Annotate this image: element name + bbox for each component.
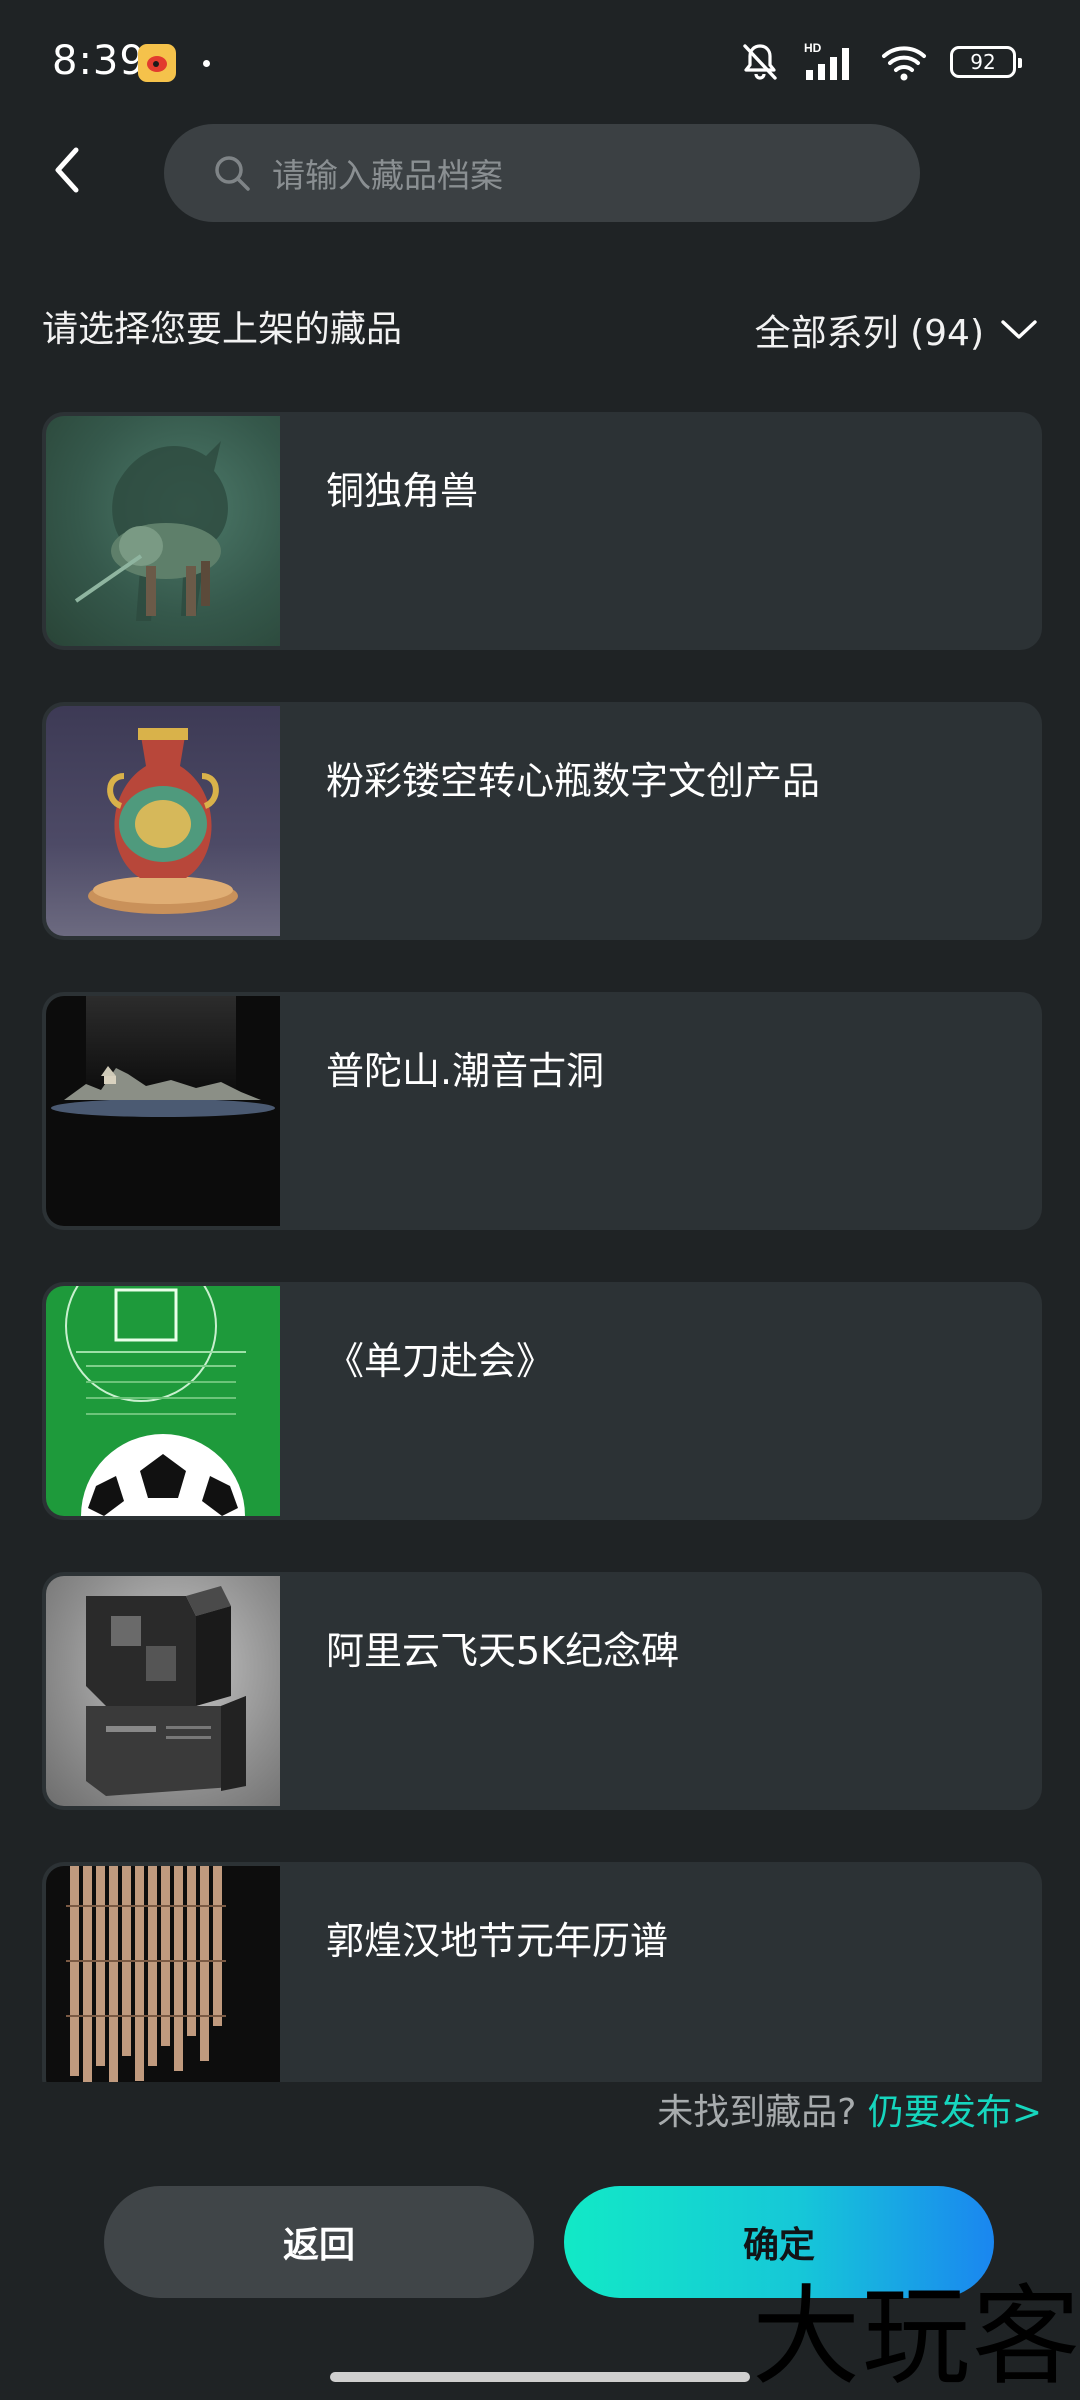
monument-thumbnail xyxy=(46,1576,280,1806)
search-input[interactable]: 请输入藏品档案 xyxy=(164,124,920,222)
collection-item[interactable]: 粉彩镂空转心瓶数字文创产品 xyxy=(42,702,1042,940)
back-button[interactable]: 返回 xyxy=(104,2186,534,2298)
not-found-row: 未找到藏品? 仍要发布> xyxy=(657,2088,1042,2138)
home-indicator[interactable] xyxy=(330,2372,750,2382)
mute-bell-icon xyxy=(743,44,777,80)
collection-item[interactable]: 《单刀赴会》 xyxy=(42,1282,1042,1520)
notification-dot-icon xyxy=(203,60,210,67)
page-title: 请选择您要上架的藏品 xyxy=(42,309,403,350)
status-bar: 8:39 HD 92 xyxy=(0,0,1080,120)
list-header: 请选择您要上架的藏品 全部系列 (94) xyxy=(42,302,1038,358)
battery-icon: 92 xyxy=(950,46,1022,78)
battery-level: 92 xyxy=(970,50,996,74)
status-icons: HD 92 xyxy=(738,40,1022,84)
collection-select-screen: 8:39 HD 92 请输入藏品档案 请选择您要上架的藏品 全部系列 (94) … xyxy=(0,0,1080,2400)
not-found-text: 未找到藏品? xyxy=(657,2092,857,2133)
collection-item[interactable]: 郭煌汉地节元年历谱 xyxy=(42,1862,1042,2082)
vase-thumbnail xyxy=(46,706,280,936)
chevron-down-icon xyxy=(1001,320,1037,339)
collection-item-title: 粉彩镂空转心瓶数字文创产品 xyxy=(326,759,821,803)
bamboo-slips-thumbnail xyxy=(46,1866,280,2082)
cellular-signal-icon: HD xyxy=(804,41,849,80)
status-time: 8:39 xyxy=(52,38,146,84)
collection-item-title: 普陀山.潮音古洞 xyxy=(326,1049,605,1093)
network-type-label: HD xyxy=(804,41,822,55)
wifi-icon xyxy=(882,46,926,81)
collection-item-title: 郭煌汉地节元年历谱 xyxy=(326,1919,669,1963)
unicorn-thumbnail xyxy=(46,416,280,646)
series-filter-label: 全部系列 (94) xyxy=(754,313,984,354)
collection-item-title: 阿里云飞天5K纪念碑 xyxy=(326,1629,680,1673)
collection-item-title: 《单刀赴会》 xyxy=(326,1339,555,1383)
back-arrow-icon[interactable] xyxy=(44,140,92,200)
search-icon xyxy=(215,156,250,191)
collection-item-title: 铜独角兽 xyxy=(326,469,479,513)
publish-anyway-link[interactable]: 仍要发布> xyxy=(868,2092,1042,2133)
watermark-text: 大玩客 xyxy=(752,2275,1080,2400)
search-placeholder: 请输入藏品档案 xyxy=(272,156,503,195)
collection-item[interactable]: 铜独角兽 xyxy=(42,412,1042,650)
series-filter-dropdown[interactable]: 全部系列 (94) xyxy=(755,302,1038,358)
collection-list[interactable]: 铜独角兽 粉彩镂空转心瓶数字文创产品 普陀山.潮音古洞 《单刀赴会》 阿里云飞天… xyxy=(0,408,1080,2082)
weibo-notification-icon xyxy=(138,44,176,82)
collection-item[interactable]: 普陀山.潮音古洞 xyxy=(42,992,1042,1230)
mountain-thumbnail xyxy=(46,996,280,1226)
football-poster-thumbnail xyxy=(46,1286,280,1516)
collection-item[interactable]: 阿里云飞天5K纪念碑 xyxy=(42,1572,1042,1810)
